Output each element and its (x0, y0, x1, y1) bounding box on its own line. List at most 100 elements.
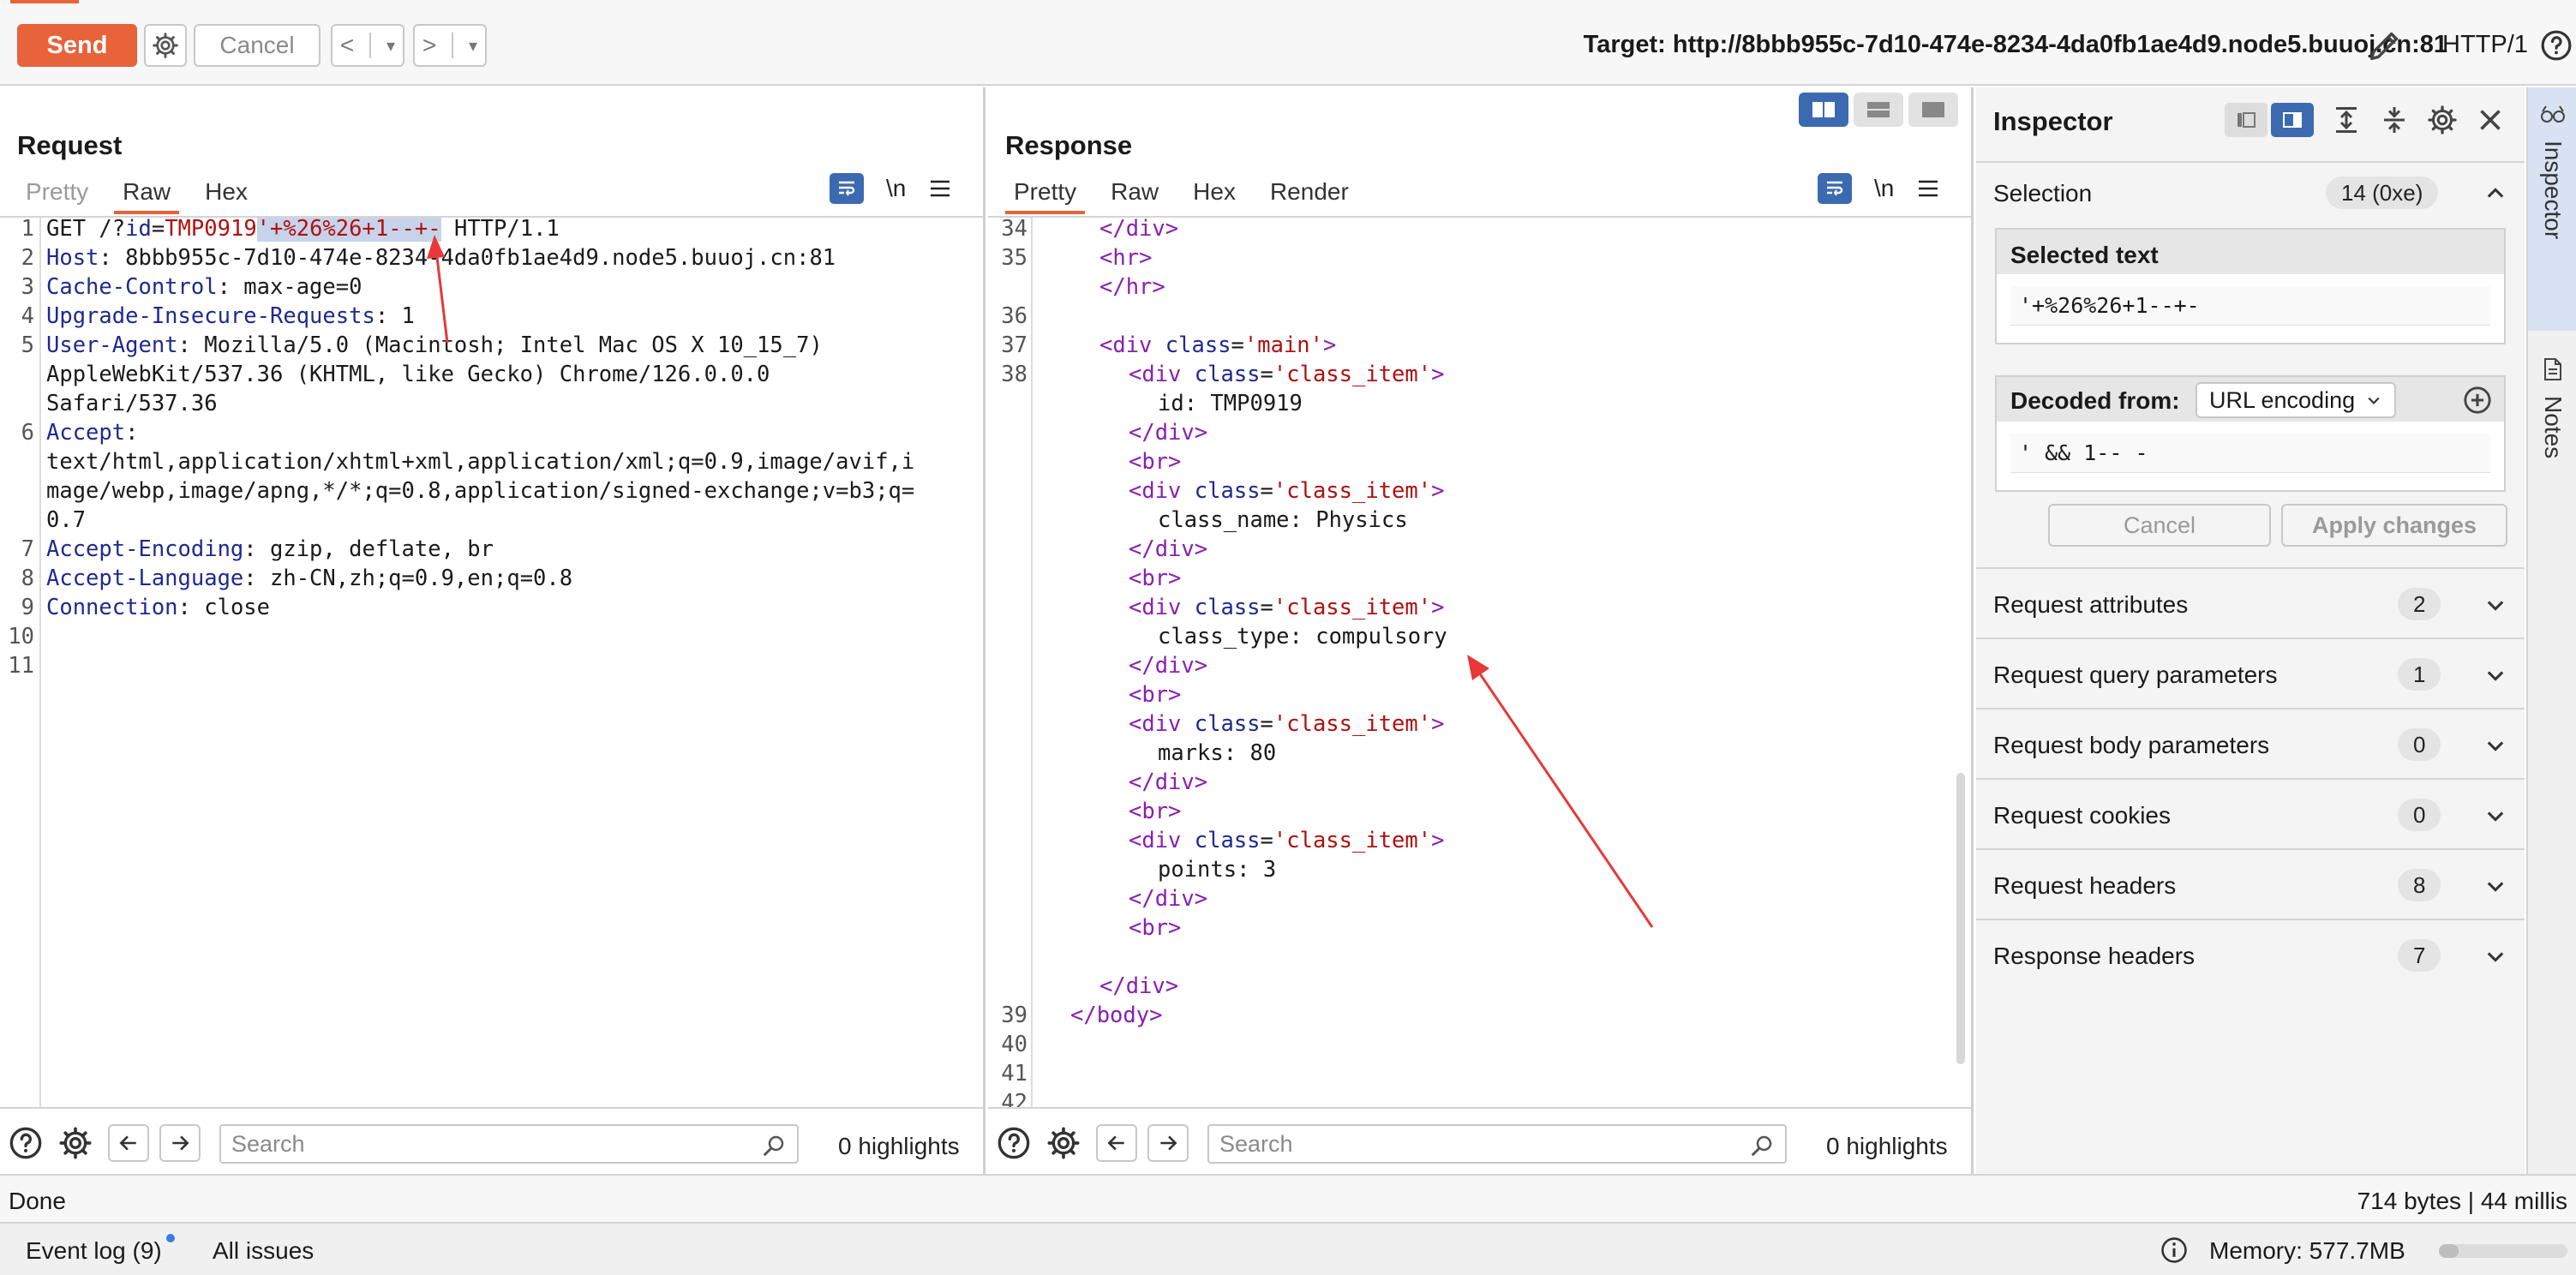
apply-changes-button[interactable]: Apply changes (2281, 504, 2507, 547)
code-token: marks: 80 (1158, 740, 1277, 766)
back-dropdown-icon[interactable]: ▾ (386, 35, 395, 57)
code-token: : Mozilla/5.0 (Macintosh; Intel Mac OS X… (177, 332, 823, 358)
forward-button[interactable]: > ▾ (413, 24, 487, 67)
magnifier-icon (1751, 1135, 1772, 1157)
cancel-button[interactable]: Cancel (194, 24, 321, 67)
request-highlights-count: 0 highlights (838, 1133, 960, 1159)
response-highlights-count: 0 highlights (1826, 1133, 1948, 1159)
code-text: <br> (1129, 913, 1181, 943)
show-newlines-button[interactable]: \n (886, 175, 906, 202)
code-line: <div class='class_item'> (988, 476, 1971, 506)
inspector-section-request-headers[interactable]: Request headers 8 (1976, 848, 2525, 919)
line-number: 1 (21, 216, 34, 242)
line-number: 10 (8, 624, 34, 649)
plus-circle-icon[interactable] (2463, 386, 2492, 415)
question-icon[interactable] (2540, 29, 2573, 62)
inspector-section-response-headers[interactable]: Response headers 7 (1976, 919, 2525, 989)
previous-match-button[interactable] (1096, 1124, 1137, 1162)
send-button[interactable]: Send (17, 24, 137, 67)
gear-icon[interactable] (2427, 105, 2458, 135)
response-scrollbar[interactable] (1955, 216, 1968, 1107)
code-line: <br> (988, 797, 1971, 826)
inspector-section-request-cookies[interactable]: Request cookies 0 (1976, 778, 2525, 848)
side-tab-inspector[interactable]: Inspector (2528, 87, 2576, 331)
forward-dropdown-icon[interactable]: ▾ (469, 35, 477, 57)
request-editor[interactable]: 1 GET /?id=TMP0919'+%26%26+1--+- HTTP/1.1… (0, 216, 983, 1107)
chevron-down-icon[interactable] (2483, 944, 2507, 968)
response-tab-pretty[interactable]: Pretty (997, 173, 1093, 214)
code-text: <div class='class_item'> (1129, 826, 1444, 855)
settings-button[interactable] (144, 24, 187, 67)
close-icon[interactable] (2475, 105, 2506, 135)
response-editor[interactable]: 34 </div> 35 <hr> </hr> 36 37 <div class='main'… (988, 216, 1971, 1107)
code-token: > (1431, 711, 1445, 737)
chevron-down-icon[interactable] (2483, 593, 2507, 617)
inspector-cancel-button[interactable]: Cancel (2048, 504, 2271, 547)
code-line: points: 3 (988, 855, 1971, 884)
inspector-section-request-query-parameters[interactable]: Request query parameters 1 (1976, 638, 2525, 708)
request-search-input[interactable] (221, 1126, 711, 1162)
next-match-button[interactable] (159, 1124, 201, 1162)
http-version-toggle[interactable]: HTTP/1 (2442, 31, 2528, 59)
request-tab-pretty[interactable]: Pretty (9, 173, 105, 214)
request-tab-hex[interactable]: Hex (188, 173, 265, 214)
inspector-layout-panel-button[interactable] (2271, 103, 2314, 137)
event-log-link[interactable]: Event log (9) (26, 1237, 162, 1265)
selected-text-value[interactable]: '+%26%26+1--+- (2010, 286, 2490, 326)
layout-side-by-side-button[interactable] (1799, 93, 1848, 127)
menu-icon[interactable] (928, 178, 952, 199)
layout-stacked-button[interactable] (1854, 93, 1903, 127)
all-issues-link[interactable]: All issues (213, 1237, 314, 1265)
chevron-down-icon[interactable] (2483, 733, 2507, 757)
back-button[interactable]: < ▾ (331, 24, 404, 67)
request-tab-raw[interactable]: Raw (105, 173, 188, 214)
response-tab-render[interactable]: Render (1253, 173, 1366, 214)
decoded-text-value[interactable]: ' && 1-- - (2010, 434, 2490, 473)
inspector-section-label: Request body parameters (1993, 732, 2270, 758)
response-tab-hex[interactable]: Hex (1176, 173, 1253, 214)
show-newlines-button[interactable]: \n (1874, 175, 1894, 202)
inspector-section-request-attributes[interactable]: Request attributes 2 (1976, 567, 2525, 638)
chevron-down-icon[interactable] (2483, 663, 2507, 687)
collapse-all-icon[interactable] (2379, 105, 2410, 135)
question-icon[interactable] (9, 1126, 43, 1160)
next-match-button[interactable] (1147, 1124, 1189, 1162)
chevron-up-icon[interactable] (2483, 182, 2507, 206)
response-tab-raw[interactable]: Raw (1093, 173, 1176, 214)
pencil-icon[interactable] (2365, 26, 2405, 65)
top-toolbar: Send Cancel < ▾ > ▾ Target: http://8bbb955… (0, 0, 2576, 86)
inspector-section-request-body-parameters[interactable]: Request body parameters 0 (1976, 708, 2525, 778)
code-token: 'class_item' (1273, 711, 1432, 737)
wrap-lines-button[interactable] (1818, 173, 1852, 204)
side-tab-notes[interactable]: Notes (2528, 344, 2576, 584)
code-line: 38 <div class='class_item'> (988, 360, 1971, 389)
expand-all-icon[interactable] (2331, 105, 2362, 135)
request-title: Request (17, 130, 123, 160)
chevron-down-icon[interactable] (2483, 804, 2507, 828)
code-token: : zh-CN,zh;q=0.9,en;q=0.8 (243, 566, 573, 591)
code-text: text/html,application/xhtml+xml,applicat… (46, 447, 914, 476)
previous-match-button[interactable] (108, 1124, 149, 1162)
code-token: = (1231, 332, 1244, 358)
code-line: 41 (988, 1059, 1971, 1088)
layout-tabs-button[interactable] (1908, 93, 1958, 127)
response-scrollbar-thumb[interactable] (1956, 773, 1965, 1064)
gear-icon[interactable] (58, 1126, 93, 1160)
response-search-input[interactable] (1209, 1126, 1699, 1162)
code-text: <br> (1129, 797, 1181, 826)
inspector-layout-list-button[interactable] (2225, 103, 2267, 137)
chevron-down-icon[interactable] (2483, 874, 2507, 898)
gear-icon[interactable] (1046, 1126, 1081, 1160)
line-number: 11 (8, 653, 34, 679)
encoding-select[interactable]: URL encoding (2196, 382, 2397, 418)
code-line: </div> (988, 418, 1971, 447)
wrap-lines-button[interactable] (830, 173, 864, 204)
info-icon[interactable] (2160, 1236, 2189, 1265)
code-token: > (1431, 478, 1445, 504)
question-icon[interactable] (997, 1126, 1031, 1160)
code-text: </body> (1070, 1001, 1162, 1030)
menu-icon[interactable] (1916, 178, 1940, 199)
selection-section-header[interactable]: Selection 14 (0xe) (1976, 161, 2525, 221)
code-text: <br> (1129, 680, 1181, 709)
